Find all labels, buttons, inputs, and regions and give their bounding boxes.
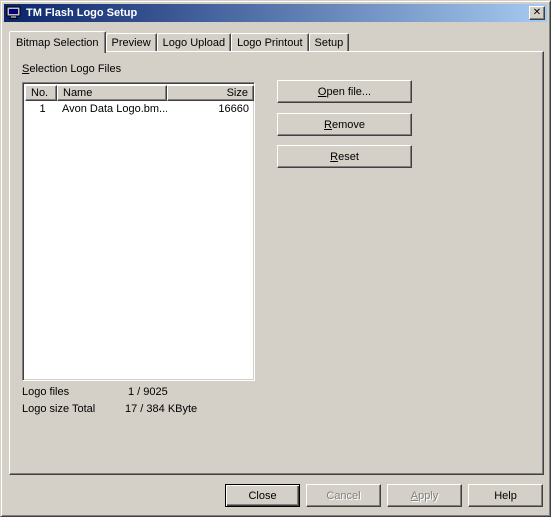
- list-item[interactable]: 1 Avon Data Logo.bm... 16660: [25, 101, 254, 116]
- window-title: TM Flash Logo Setup: [26, 7, 138, 19]
- tab-bitmap-selection[interactable]: Bitmap Selection: [9, 31, 106, 53]
- tab-logo-upload[interactable]: Logo Upload: [156, 33, 232, 52]
- help-button[interactable]: Help: [468, 484, 543, 507]
- tab-preview[interactable]: Preview: [105, 33, 157, 52]
- cell-name: Avon Data Logo.bm...: [62, 102, 167, 115]
- logo-files-value: 1 / 9025: [128, 386, 168, 398]
- tab-label: Setup: [314, 37, 344, 49]
- dialog-window: TM Flash Logo Setup ✕ Bitmap Selection P…: [0, 0, 551, 517]
- open-file-button[interactable]: Open file...: [277, 80, 412, 103]
- list-header: No. Name Size: [25, 85, 254, 101]
- close-button[interactable]: Close: [225, 484, 300, 507]
- tab-label: Logo Printout: [237, 37, 303, 49]
- tab-logo-printout[interactable]: Logo Printout: [231, 33, 309, 52]
- column-header-size[interactable]: Size: [167, 85, 254, 101]
- close-icon[interactable]: ✕: [529, 6, 545, 20]
- tab-strip: Bitmap Selection Preview Logo Upload Log…: [9, 30, 350, 53]
- logo-size-label: Logo size Total: [22, 403, 96, 415]
- tab-label: Bitmap Selection: [16, 36, 99, 49]
- reset-button[interactable]: Reset: [277, 145, 412, 168]
- cell-size: 16660: [218, 102, 249, 115]
- logo-file-list[interactable]: No. Name Size 1 Avon Data Logo.bm... 166…: [22, 82, 255, 381]
- logo-files-label: Logo files: [22, 386, 70, 398]
- tab-setup[interactable]: Setup: [308, 33, 350, 52]
- selection-logo-files-label: Selection Logo Files: [22, 63, 122, 75]
- column-header-no[interactable]: No.: [25, 85, 57, 101]
- cancel-button[interactable]: Cancel: [306, 484, 381, 507]
- cell-no: 1: [39, 102, 46, 115]
- logo-size-value: 17 / 384 KByte: [125, 403, 198, 415]
- monitor-icon: [6, 5, 22, 21]
- tab-label: Logo Upload: [162, 37, 226, 49]
- tab-label: Preview: [111, 37, 151, 49]
- apply-button[interactable]: Apply: [387, 484, 462, 507]
- remove-button[interactable]: Remove: [277, 113, 412, 136]
- column-header-name[interactable]: Name: [57, 85, 167, 101]
- title-bar[interactable]: TM Flash Logo Setup ✕: [4, 4, 547, 22]
